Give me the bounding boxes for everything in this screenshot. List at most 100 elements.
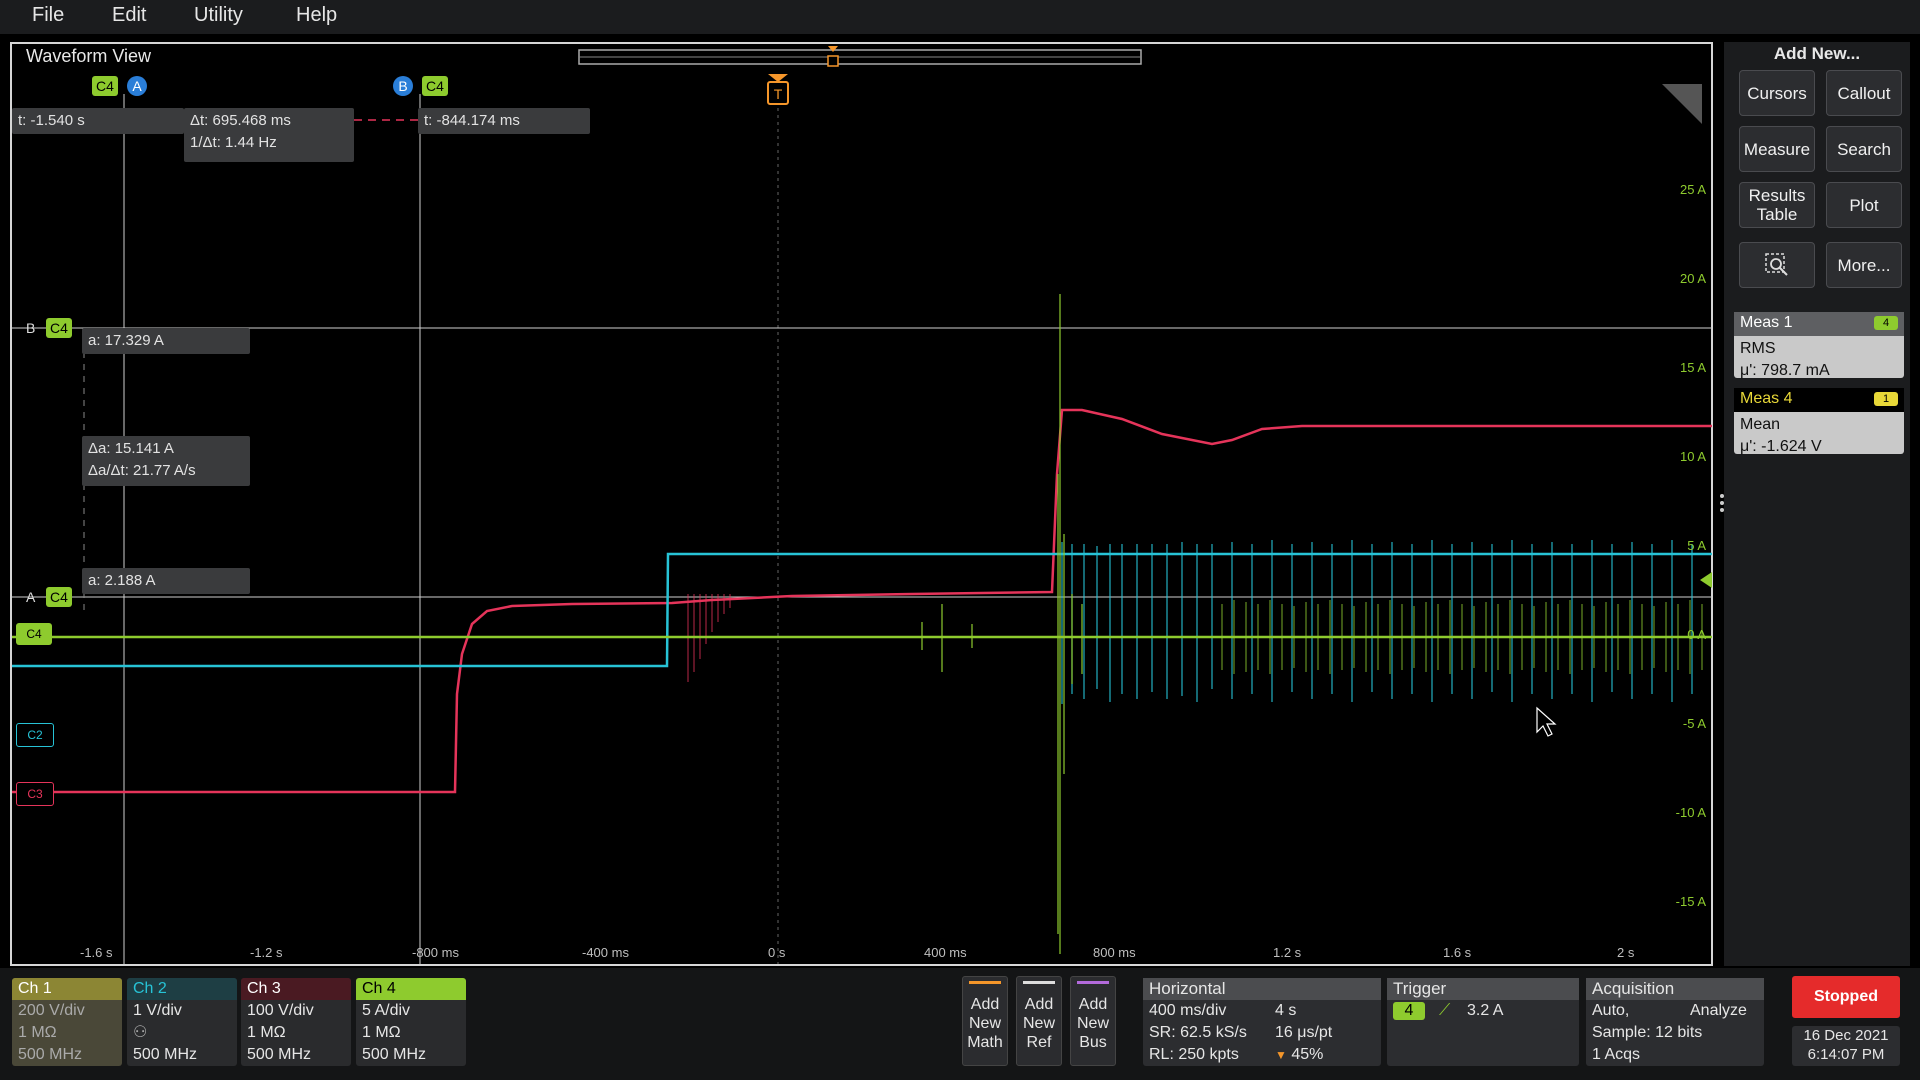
cursors-button[interactable]: Cursors xyxy=(1739,70,1815,116)
cursor-a-badge[interactable]: A xyxy=(127,76,147,96)
acquisition-count: 1 Acqs xyxy=(1592,1046,1641,1063)
y-tick-label: 0 A xyxy=(1687,627,1706,642)
ch3-waveform xyxy=(12,408,1712,794)
trigger-badge[interactable]: Trigger 4 ⟋ 3.2 A xyxy=(1387,978,1579,1066)
run-stop-status-button[interactable]: Stopped xyxy=(1792,976,1900,1018)
x-tick-label: 1.6 s xyxy=(1443,945,1472,960)
record-view-bar[interactable] xyxy=(570,46,1150,76)
acquisition-title: Acquisition xyxy=(1586,978,1764,1000)
add-new-ref-button[interactable]: Add New Ref xyxy=(1016,976,1062,1066)
acquisition-mode: Auto, xyxy=(1592,1002,1630,1019)
measure-button[interactable]: Measure xyxy=(1739,126,1815,172)
menu-edit[interactable]: Edit xyxy=(112,4,146,27)
plot-button[interactable]: Plot xyxy=(1826,182,1902,228)
meas4-source-badge: 1 xyxy=(1874,392,1898,406)
cursor-a-amplitude-readout: a: 2.188 A xyxy=(82,568,250,594)
meas1-header: Meas 1 4 xyxy=(1734,312,1904,336)
results-table-label-1: Results xyxy=(1748,186,1806,205)
ch2-bandwidth: 500 MHz xyxy=(133,1046,198,1063)
x-tick-label: -400 ms xyxy=(582,945,629,960)
trigger-title: Trigger xyxy=(1387,978,1579,1000)
y-tick-label: -5 A xyxy=(1682,716,1706,731)
menu-utility[interactable]: Utility xyxy=(194,4,243,27)
results-bar xyxy=(1724,42,1910,966)
ch1-impedance: 1 MΩ xyxy=(18,1024,57,1041)
x-tick-label: 0 s xyxy=(768,945,786,960)
ch2-badge[interactable]: Ch 2 1 V/div ⚇ 500 MHz xyxy=(127,978,237,1066)
hcursor-b-label: B xyxy=(26,320,36,336)
meas4-value: μ': -1.624 V xyxy=(1740,438,1822,455)
results-table-button[interactable]: Results Table xyxy=(1739,182,1815,228)
hcursor-a-source-badge: C4 xyxy=(46,587,72,607)
zoom-corner-icon xyxy=(1662,84,1702,124)
ch4-badge[interactable]: Ch 4 5 A/div 1 MΩ 500 MHz xyxy=(356,978,466,1066)
ch4-name: Ch 4 xyxy=(356,978,466,1000)
cursor-delta-amplitude-readout: Δa: 15.141 A Δa/Δt: 21.77 A/s xyxy=(82,436,250,486)
horizontal-position: ▼ 45% xyxy=(1275,1044,1323,1066)
ch2-name: Ch 2 xyxy=(127,978,237,1000)
x-tick-label: -1.6 s xyxy=(80,945,113,960)
meas4-header: Meas 4 1 xyxy=(1734,388,1904,412)
ch2-noise-bursts xyxy=(1061,540,1693,704)
time-value: 6:14:07 PM xyxy=(1807,1046,1885,1063)
meas1-type: RMS xyxy=(1740,340,1776,357)
trigger-marker-label: T xyxy=(774,86,783,102)
add-ref-label-1: Add xyxy=(1024,996,1054,1013)
menu-bar: File Edit Utility Help xyxy=(0,0,1920,34)
x-tick-label: 800 ms xyxy=(1093,945,1136,960)
delta-a-dt-value: Δa/Δt: 21.77 A/s xyxy=(88,462,196,479)
ch3-scale: 100 V/div xyxy=(247,1002,314,1019)
ch4-offset-tag[interactable]: C4 xyxy=(16,623,52,645)
add-math-label-1: Add xyxy=(970,996,1000,1013)
ch3-name: Ch 3 xyxy=(241,978,351,1000)
horizontal-record-length: RL: 250 kpts xyxy=(1149,1046,1239,1063)
menu-file[interactable]: File xyxy=(32,4,64,27)
meas1-badge[interactable]: Meas 1 4 RMS μ': 798.7 mA xyxy=(1734,312,1904,379)
ch2-scale: 1 V/div xyxy=(133,1002,182,1019)
callout-button[interactable]: Callout xyxy=(1826,70,1902,116)
y-tick-label: 25 A xyxy=(1679,182,1706,197)
acquisition-sample: Sample: 12 bits xyxy=(1592,1024,1703,1041)
add-bus-label-2: New xyxy=(1076,1015,1109,1032)
y-tick-label: 20 A xyxy=(1679,271,1706,286)
ch1-scale: 200 V/div xyxy=(18,1002,85,1019)
mouse-pointer-icon xyxy=(1536,706,1557,737)
add-new-bus-button[interactable]: Add New Bus xyxy=(1070,976,1116,1066)
search-button[interactable]: Search xyxy=(1826,126,1902,172)
delta-a-value: Δa: 15.141 A xyxy=(88,440,174,457)
horizontal-badge[interactable]: Horizontal 400 ms/div 4 s SR: 62.5 kS/s … xyxy=(1143,978,1381,1066)
meas4-type: Mean xyxy=(1740,416,1781,433)
add-new-title: Add New... xyxy=(1773,44,1861,63)
horizontal-scale: 400 ms/div xyxy=(1149,1002,1227,1019)
cursor-b-badge[interactable]: B xyxy=(393,76,413,96)
meas1-source-badge: 4 xyxy=(1874,316,1898,330)
ch1-badge[interactable]: Ch 1 200 V/div 1 MΩ 500 MHz xyxy=(12,978,122,1066)
trigger-position-icon: ▼ xyxy=(1275,1048,1287,1062)
zoom-button[interactable] xyxy=(1739,242,1815,288)
add-new-math-button[interactable]: Add New Math xyxy=(962,976,1008,1066)
meas1-value: μ': 798.7 mA xyxy=(1740,362,1830,379)
acquisition-badge[interactable]: Acquisition Auto, Analyze Sample: 12 bit… xyxy=(1586,978,1764,1066)
meas4-body: Mean μ': -1.624 V xyxy=(1734,412,1904,460)
date-value: 16 Dec 2021 xyxy=(1803,1027,1889,1044)
zoom-icon xyxy=(1765,253,1788,276)
add-ref-label-2: New xyxy=(1022,1015,1055,1032)
meas4-badge[interactable]: Meas 4 1 Mean μ': -1.624 V xyxy=(1734,388,1904,455)
ch3-offset-tag[interactable]: C3 xyxy=(16,782,54,806)
waveform-plot[interactable]: T xyxy=(12,74,1712,964)
ch4-impedance: 1 MΩ xyxy=(362,1024,401,1041)
menu-help[interactable]: Help xyxy=(296,4,337,27)
acquisition-analyze: Analyze xyxy=(1690,1002,1747,1019)
ch3-impedance: 1 MΩ xyxy=(247,1024,286,1041)
ch3-badge[interactable]: Ch 3 100 V/div 1 MΩ 500 MHz xyxy=(241,978,351,1066)
more-button[interactable]: More... xyxy=(1826,242,1902,288)
ch2-offset-tag[interactable]: C2 xyxy=(16,723,54,747)
cursor-b-amplitude-readout: a: 17.329 A xyxy=(82,328,250,354)
ch3-bandwidth: 500 MHz xyxy=(247,1046,312,1063)
delta-t-value: Δt: 695.468 ms xyxy=(190,112,291,129)
add-bus-label-1: Add xyxy=(1078,996,1108,1013)
horizontal-time-per-point: 16 μs/pt xyxy=(1275,1024,1333,1041)
ch1-bandwidth: 500 MHz xyxy=(18,1046,83,1063)
ch2-waveform xyxy=(12,552,1712,668)
ch4-scale: 5 A/div xyxy=(362,1002,411,1019)
